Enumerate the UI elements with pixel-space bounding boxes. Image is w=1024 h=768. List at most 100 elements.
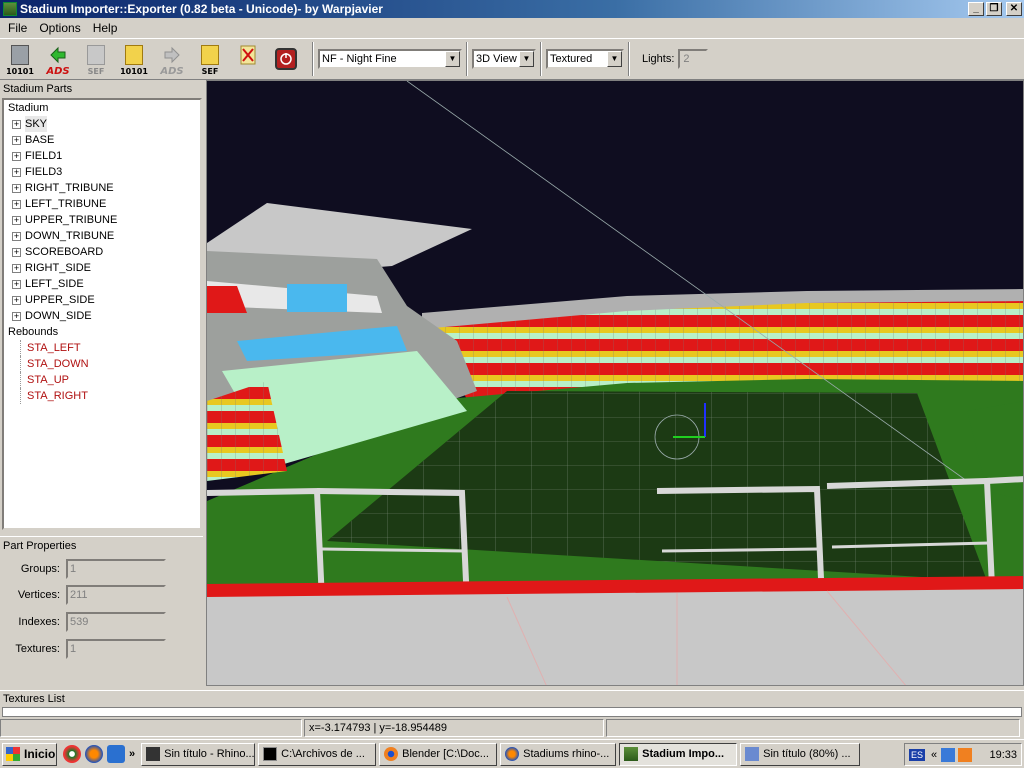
clear-button[interactable] (232, 42, 264, 76)
textures-list[interactable] (2, 707, 1022, 717)
tree-item-right-side[interactable]: + RIGHT_SIDE (4, 260, 200, 276)
expand-icon[interactable]: + (12, 199, 21, 209)
expand-icon[interactable]: + (12, 119, 21, 129)
vertices-label: Vertices: (17, 589, 60, 601)
expand-icon[interactable]: + (12, 151, 21, 161)
menu-file[interactable]: File (2, 21, 33, 35)
indexes-field[interactable]: 539 (66, 612, 166, 632)
windows-logo-icon (6, 747, 20, 761)
toolbar-separator (466, 42, 468, 76)
task-cmd[interactable]: C:\Archivos de ... (258, 742, 377, 766)
close-button[interactable]: ✕ (1006, 2, 1022, 16)
vertices-field[interactable]: 211 (66, 585, 166, 605)
gray-arrow-icon (164, 46, 180, 64)
tree-item-sta-down[interactable]: STA_DOWN (4, 356, 200, 372)
tree-root-stadium[interactable]: Stadium (4, 100, 200, 116)
firefox-icon[interactable] (85, 745, 103, 763)
vlc-icon[interactable] (958, 747, 973, 762)
3d-viewport[interactable] (206, 80, 1024, 686)
toolbar-separator (312, 42, 314, 76)
import-sef-button[interactable]: SEF (80, 42, 112, 76)
stadium-render[interactable] (207, 81, 1024, 686)
task-blender[interactable]: Blender [C:\Doc... (379, 742, 498, 766)
image-viewer-icon (745, 747, 760, 761)
firefox-icon (505, 747, 520, 761)
network-icon[interactable] (941, 747, 956, 762)
tree-item-sta-left[interactable]: STA_LEFT (4, 340, 200, 356)
chevron-down-icon[interactable]: ▼ (607, 51, 622, 67)
export-sef-button[interactable]: SEF (194, 42, 226, 76)
lights-field[interactable]: 2 (678, 49, 709, 69)
restore-button[interactable]: ❐ (986, 2, 1002, 16)
expand-icon[interactable]: + (12, 183, 21, 193)
ie-icon[interactable] (107, 745, 125, 763)
tree-item-down-tribune[interactable]: + DOWN_TRIBUNE (4, 228, 200, 244)
tree-root-rebounds[interactable]: Rebounds (4, 324, 200, 340)
part-properties-panel: Part Properties Groups: 1 Vertices: 211 … (0, 536, 203, 686)
task-image-viewer[interactable]: Sin título (80%) ... (740, 742, 861, 766)
tree-item-upper-tribune[interactable]: + UPPER_TRIBUNE (4, 212, 200, 228)
tree-item-sta-up[interactable]: STA_UP (4, 372, 200, 388)
rhino-icon (146, 747, 161, 761)
chevron-down-icon[interactable]: ▼ (445, 51, 460, 67)
chrome-icon[interactable] (63, 745, 81, 763)
weather-select[interactable]: NF - Night Fine ▼ (318, 49, 462, 69)
toolbar-separator (540, 42, 542, 76)
import-bin-button[interactable]: 10101 (4, 42, 36, 76)
stadium-parts-tree[interactable]: Stadium + SKY + BASE + FIELD1 + FIELD3 + RIGH… (2, 98, 202, 530)
stadium-parts-header: Stadium Parts (3, 83, 73, 95)
chevron-down-icon[interactable]: ▼ (519, 51, 534, 67)
expand-icon[interactable]: + (12, 231, 21, 241)
expand-icon[interactable]: + (12, 295, 21, 305)
window-title: Stadium Importer::Exporter (0.82 beta - … (20, 2, 383, 16)
task-firefox[interactable]: Stadiums rhino-... (500, 742, 617, 766)
tree-item-upper-side[interactable]: + UPPER_SIDE (4, 292, 200, 308)
groups-field[interactable]: 1 (66, 559, 166, 579)
export-bin-button[interactable]: 10101 (118, 42, 150, 76)
language-indicator[interactable]: ES (909, 748, 926, 761)
tree-item-left-side[interactable]: + LEFT_SIDE (4, 276, 200, 292)
tree-item-base[interactable]: + BASE (4, 132, 200, 148)
render-mode-select[interactable]: Textured ▼ (546, 49, 624, 69)
expand-icon[interactable]: + (12, 215, 21, 225)
quick-launch-more[interactable]: » (129, 748, 135, 760)
textures-list-header: Textures List (0, 690, 1024, 706)
view-select[interactable]: 3D View ▼ (472, 49, 536, 69)
minimize-button[interactable]: _ (968, 2, 984, 16)
task-stadium-importer[interactable]: Stadium Impo... (619, 742, 738, 766)
menu-options[interactable]: Options (33, 21, 86, 35)
taskbar: Inicio » Sin título - Rhino... C:\Archiv… (0, 739, 1024, 768)
delete-document-icon (240, 45, 256, 65)
tree-item-left-tribune[interactable]: + LEFT_TRIBUNE (4, 196, 200, 212)
folder-icon (201, 45, 219, 65)
quick-launch: » (63, 745, 141, 763)
textures-field[interactable]: 1 (66, 639, 166, 659)
clock: 19:33 (989, 748, 1017, 761)
expand-icon[interactable]: + (12, 311, 21, 321)
tree-item-right-tribune[interactable]: + RIGHT_TRIBUNE (4, 180, 200, 196)
tree-item-scoreboard[interactable]: + SCOREBOARD (4, 244, 200, 260)
blender-icon (384, 747, 399, 761)
stadium-app-icon (624, 747, 639, 761)
start-button[interactable]: Inicio (2, 742, 57, 766)
task-rhino[interactable]: Sin título - Rhino... (141, 742, 256, 766)
expand-icon[interactable]: + (12, 135, 21, 145)
expand-icon[interactable]: + (12, 263, 21, 273)
expand-icon[interactable]: + (12, 247, 21, 257)
tree-item-sta-right[interactable]: STA_RIGHT (4, 388, 200, 404)
tray-expand[interactable]: « (931, 749, 937, 761)
tree-item-sky[interactable]: + SKY (4, 116, 200, 132)
groups-label: Groups: (20, 563, 60, 575)
exit-button[interactable] (270, 42, 302, 76)
import-ads-button[interactable]: ADS (42, 42, 74, 77)
expand-icon[interactable]: + (12, 167, 21, 177)
tree-item-down-side[interactable]: + DOWN_SIDE (4, 308, 200, 324)
indexes-label: Indexes: (18, 616, 60, 628)
green-arrow-icon (50, 46, 66, 64)
app-icon (3, 2, 17, 16)
tree-item-field1[interactable]: + FIELD1 (4, 148, 200, 164)
expand-icon[interactable]: + (12, 279, 21, 289)
menu-help[interactable]: Help (87, 21, 124, 35)
tree-item-field3[interactable]: + FIELD3 (4, 164, 200, 180)
export-ads-button[interactable]: ADS (156, 42, 188, 77)
